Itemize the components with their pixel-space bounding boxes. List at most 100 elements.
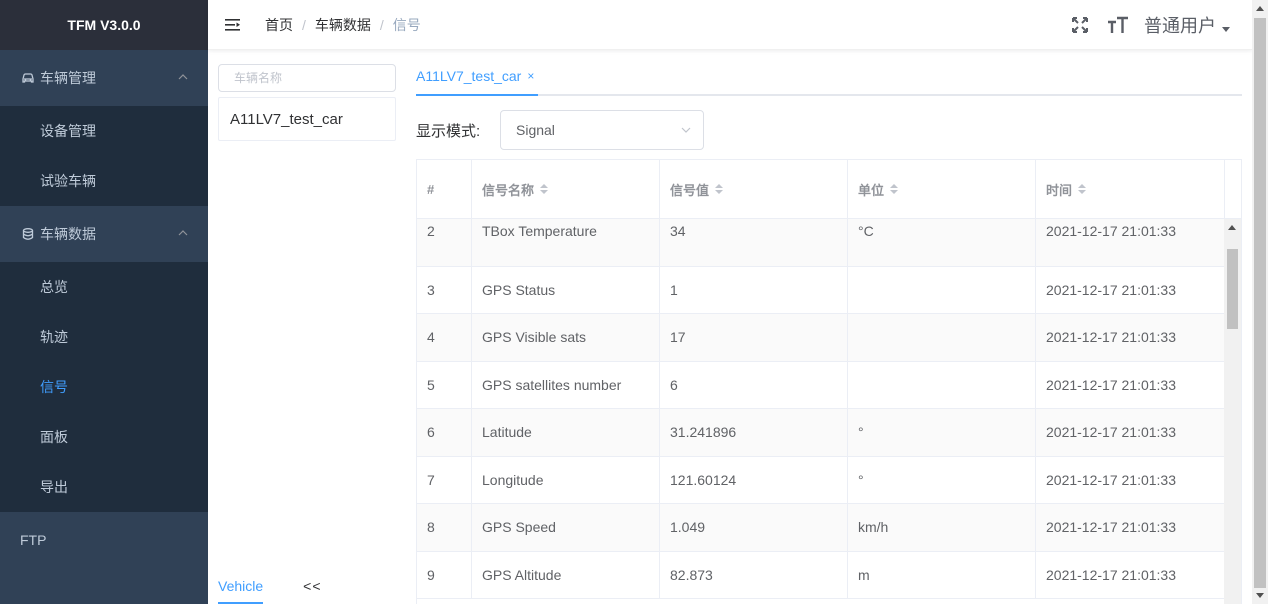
- table-cell: 2021-12-17 21:01:33: [1036, 504, 1225, 551]
- vehicle-list-item[interactable]: A11LV7_test_car: [218, 97, 396, 141]
- table-row[interactable]: 2 TBox Temperature 34 °C 2021-12-17 21:01:33: [417, 219, 1225, 267]
- table-cell: 2021-12-17 21:01:33: [1036, 409, 1225, 456]
- column-header-index: #: [417, 160, 472, 218]
- table-cell: 3: [417, 266, 472, 313]
- scrollbar-thumb[interactable]: [1254, 18, 1266, 588]
- table-cell: 2021-12-17 21:01:33: [1036, 219, 1225, 266]
- signal-main: A11LV7_test_car × 显示模式: Signal # 信号名称 信号…: [416, 58, 1242, 604]
- column-header-unit[interactable]: 单位: [848, 160, 1036, 218]
- menu-group-vehicle-data[interactable]: 车辆数据: [0, 206, 208, 262]
- table-cell: [848, 266, 1036, 313]
- table-cell: °C: [848, 219, 1036, 266]
- table-scrollbar[interactable]: [1224, 219, 1241, 604]
- chevron-down-icon: [681, 127, 691, 133]
- table-cell: [848, 314, 1036, 361]
- fullscreen-icon[interactable]: [1068, 13, 1092, 37]
- database-icon: [20, 226, 36, 242]
- table-body: 2 TBox Temperature 34 °C 2021-12-17 21:01:33…: [417, 219, 1225, 599]
- sidebar: TFM V3.0.0 车辆管理 设备管理 试验车辆 车辆数据 总览 轨迹 信号 …: [0, 0, 208, 604]
- font-size-icon[interactable]: [1106, 13, 1130, 37]
- hamburger-icon[interactable]: [208, 0, 258, 50]
- caret-down-icon: [1222, 26, 1230, 32]
- table-row[interactable]: 9 GPS Altitude 82.873 m 2021-12-17 21:01:33: [417, 551, 1225, 599]
- table-row[interactable]: 8 GPS Speed 1.049 km/h 2021-12-17 21:01:33: [417, 504, 1225, 552]
- tab-vehicle[interactable]: Vehicle: [218, 573, 264, 604]
- table-cell: 2021-12-17 21:01:33: [1036, 361, 1225, 408]
- table-cell: Longitude: [472, 456, 660, 503]
- table-cell: 8: [417, 504, 472, 551]
- table-cell: Latitude: [472, 409, 660, 456]
- table-row[interactable]: 7 Longitude 121.60124 ° 2021-12-17 21:01:33: [417, 456, 1225, 504]
- chevron-up-icon: [178, 230, 188, 236]
- scroll-up-icon[interactable]: [1256, 6, 1264, 11]
- table-cell: GPS Status: [472, 266, 660, 313]
- table-cell: 31.241896: [660, 409, 848, 456]
- signal-table: # 信号名称 信号值 单位 时间 2 TBox Temperature 34 °C 20…: [416, 159, 1242, 604]
- table-cell: GPS Speed: [472, 504, 660, 551]
- table-cell: km/h: [848, 504, 1036, 551]
- table-cell: °: [848, 456, 1036, 503]
- table-cell: 4: [417, 314, 472, 361]
- sort-icon[interactable]: [1078, 184, 1087, 194]
- table-cell: 1.049: [660, 504, 848, 551]
- table-cell: GPS satellites number: [472, 361, 660, 408]
- table-cell: 2021-12-17 21:01:33: [1036, 551, 1225, 598]
- table-cell: 2: [417, 219, 472, 266]
- table-cell: 1: [660, 266, 848, 313]
- table-header: # 信号名称 信号值 单位 时间: [417, 160, 1241, 219]
- table-cell: TBox Temperature: [472, 219, 660, 266]
- table-row[interactable]: 5 GPS satellites number 6 2021-12-17 21:01:…: [417, 361, 1225, 409]
- column-header-time[interactable]: 时间: [1036, 160, 1225, 218]
- display-mode-select[interactable]: Signal: [500, 110, 704, 150]
- collapse-panel-button[interactable]: <<: [303, 573, 321, 604]
- close-icon[interactable]: ×: [527, 69, 534, 83]
- sidebar-item-export[interactable]: 导出: [0, 462, 208, 512]
- table-cell: 2021-12-17 21:01:33: [1036, 314, 1225, 361]
- tab-vehicle-active[interactable]: A11LV7_test_car ×: [416, 58, 539, 96]
- sidebar-item-dashboard[interactable]: 面板: [0, 412, 208, 462]
- sort-icon[interactable]: [890, 184, 899, 194]
- table-cell: 9: [417, 551, 472, 598]
- header-right-menu: 普通用户: [1068, 0, 1252, 50]
- column-header-label: 信号名称: [482, 182, 535, 198]
- breadcrumb-home[interactable]: 首页: [265, 15, 293, 35]
- column-header-label: 单位: [858, 182, 885, 198]
- sort-icon[interactable]: [540, 184, 549, 194]
- table-cell: 34: [660, 219, 848, 266]
- tab-label: A11LV7_test_car: [416, 68, 522, 84]
- scroll-down-icon[interactable]: [1256, 593, 1264, 598]
- table-cell: 82.873: [660, 551, 848, 598]
- submenu-vehicle-data: 总览 轨迹 信号 面板 导出: [0, 262, 208, 512]
- sidebar-item-ftp[interactable]: FTP: [0, 512, 208, 568]
- sort-icon[interactable]: [715, 184, 724, 194]
- menu-group-vehicle-management[interactable]: 车辆管理: [0, 50, 208, 106]
- column-header-signal-value[interactable]: 信号值: [660, 160, 848, 218]
- table-row[interactable]: 4 GPS Visible sats 17 2021-12-17 21:01:33: [417, 314, 1225, 362]
- sidebar-item-track[interactable]: 轨迹: [0, 312, 208, 362]
- breadcrumb-separator: /: [379, 16, 384, 33]
- table-row[interactable]: 3 GPS Status 1 2021-12-17 21:01:33: [417, 266, 1225, 314]
- table-cell: 6: [660, 361, 848, 408]
- page-scrollbar[interactable]: [1252, 0, 1268, 604]
- vehicle-list-panel: A11LV7_test_car Vehicle <<: [218, 64, 396, 604]
- sidebar-item-device-management[interactable]: 设备管理: [0, 106, 208, 156]
- vehicle-search-input[interactable]: [218, 64, 396, 92]
- scroll-up-icon[interactable]: [1228, 225, 1236, 230]
- scrollbar-thumb[interactable]: [1227, 249, 1238, 329]
- table-cell: GPS Altitude: [472, 551, 660, 598]
- user-dropdown[interactable]: 普通用户: [1144, 12, 1230, 38]
- sidebar-item-signal[interactable]: 信号: [0, 362, 208, 412]
- vehicle-tabs: A11LV7_test_car ×: [416, 58, 1242, 96]
- sidebar-item-test-vehicles[interactable]: 试验车辆: [0, 156, 208, 206]
- submenu-vehicle-management: 设备管理 试验车辆: [0, 106, 208, 206]
- display-mode-row: 显示模式: Signal: [416, 110, 1242, 150]
- column-header-signal-name[interactable]: 信号名称: [472, 160, 660, 218]
- table-row[interactable]: 6 Latitude 31.241896 ° 2021-12-17 21:01:33: [417, 409, 1225, 457]
- sidebar-item-overview[interactable]: 总览: [0, 262, 208, 312]
- car-icon: [20, 70, 36, 86]
- app-title: TFM V3.0.0: [0, 0, 208, 50]
- chevron-up-icon: [178, 74, 188, 80]
- breadcrumb-current: 信号: [392, 16, 421, 33]
- column-header-label: 信号值: [670, 182, 710, 198]
- breadcrumb-vehicle-data[interactable]: 车辆数据: [315, 15, 371, 35]
